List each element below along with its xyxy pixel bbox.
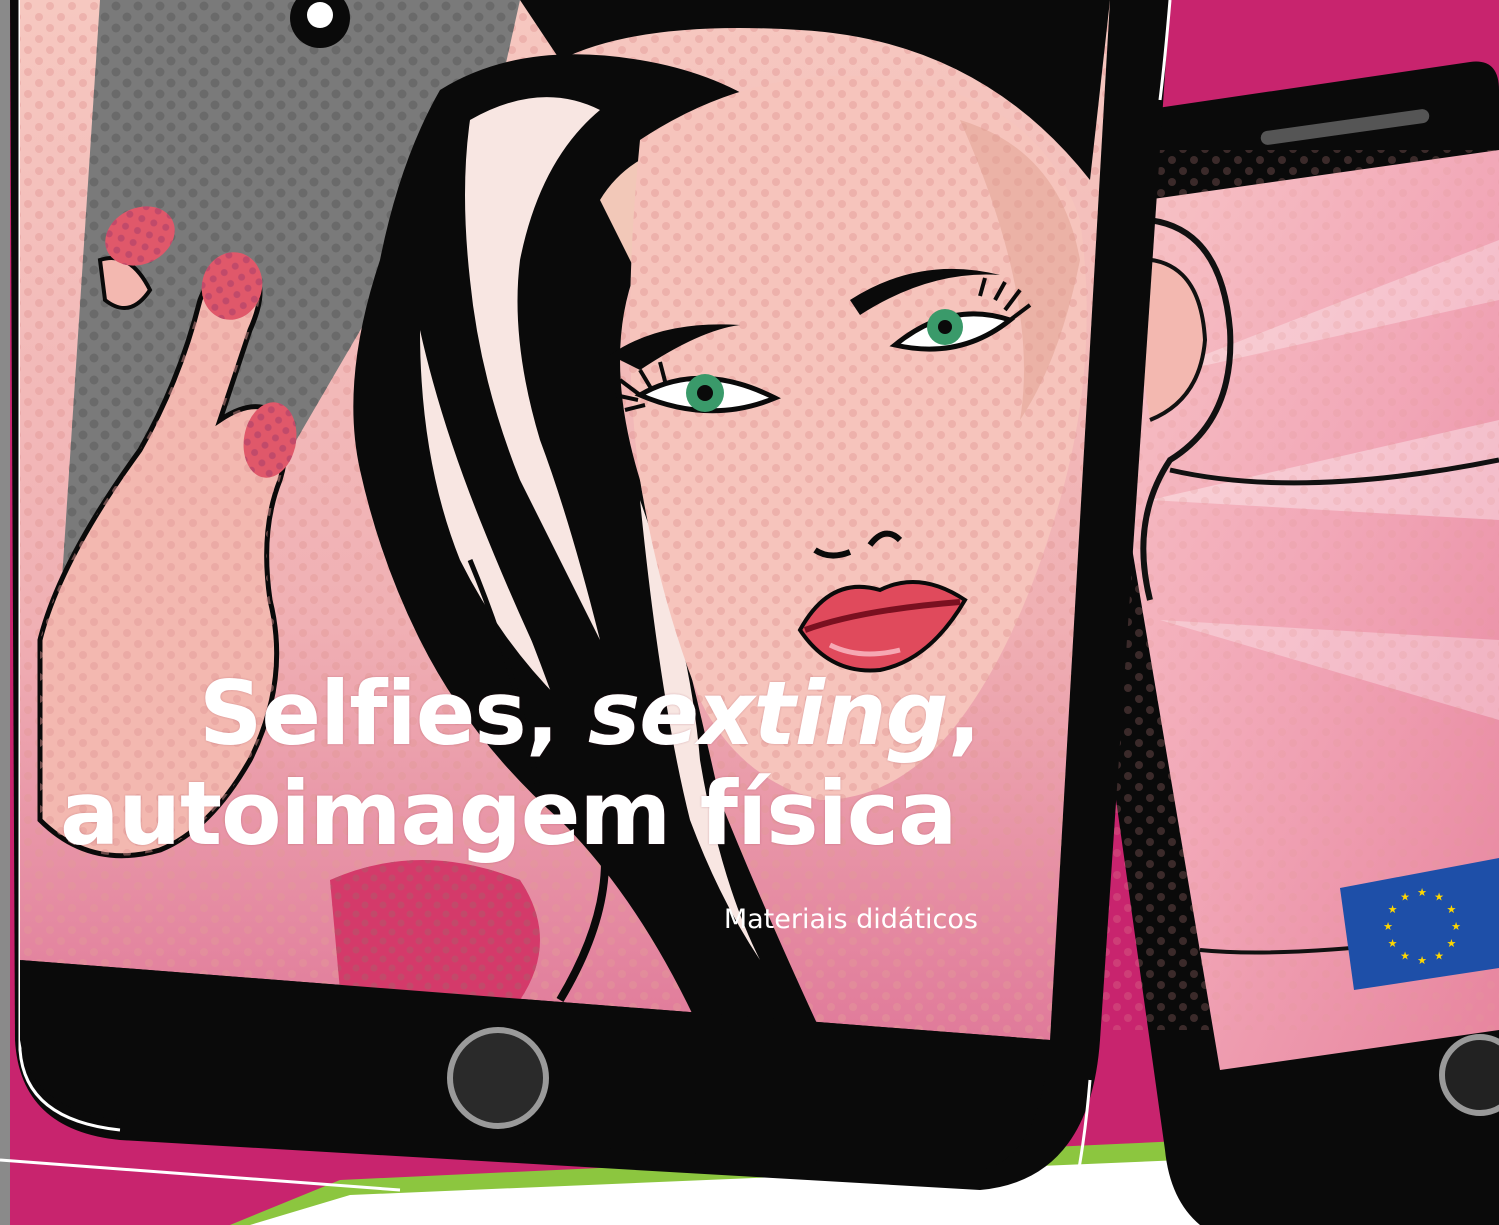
eu-star: ★ xyxy=(1400,949,1410,962)
eu-star: ★ xyxy=(1417,954,1427,967)
cover-title: Selfies, sexting, autoimagem física xyxy=(60,662,981,865)
eu-star: ★ xyxy=(1417,886,1427,899)
title-comma: , xyxy=(947,662,981,765)
title-line-2: autoimagem física xyxy=(60,762,957,865)
eu-flag-icon: ★ ★★★★★★★★★★★ xyxy=(1340,858,1499,990)
eu-star: ★ xyxy=(1383,920,1393,933)
title-word-sexting: sexting xyxy=(587,662,949,765)
eu-star: ★ xyxy=(1400,891,1410,904)
eu-star: ★ xyxy=(1434,891,1444,904)
eu-star: ★ xyxy=(1451,920,1461,933)
eu-star: ★ xyxy=(1388,937,1398,950)
title-line-1: Selfies, sexting, xyxy=(60,662,981,765)
cover-illustration xyxy=(0,0,1499,1225)
eu-star: ★ xyxy=(1388,903,1398,916)
cover-subtitle: Materiais didáticos xyxy=(723,904,978,935)
eu-star: ★ xyxy=(1434,949,1444,962)
eu-star: ★ xyxy=(1447,937,1457,950)
title-word-selfies: Selfies, xyxy=(199,662,559,765)
cover-page: Selfies, sexting, autoimagem física Mate… xyxy=(0,0,1499,1225)
eu-star: ★ xyxy=(1447,903,1457,916)
